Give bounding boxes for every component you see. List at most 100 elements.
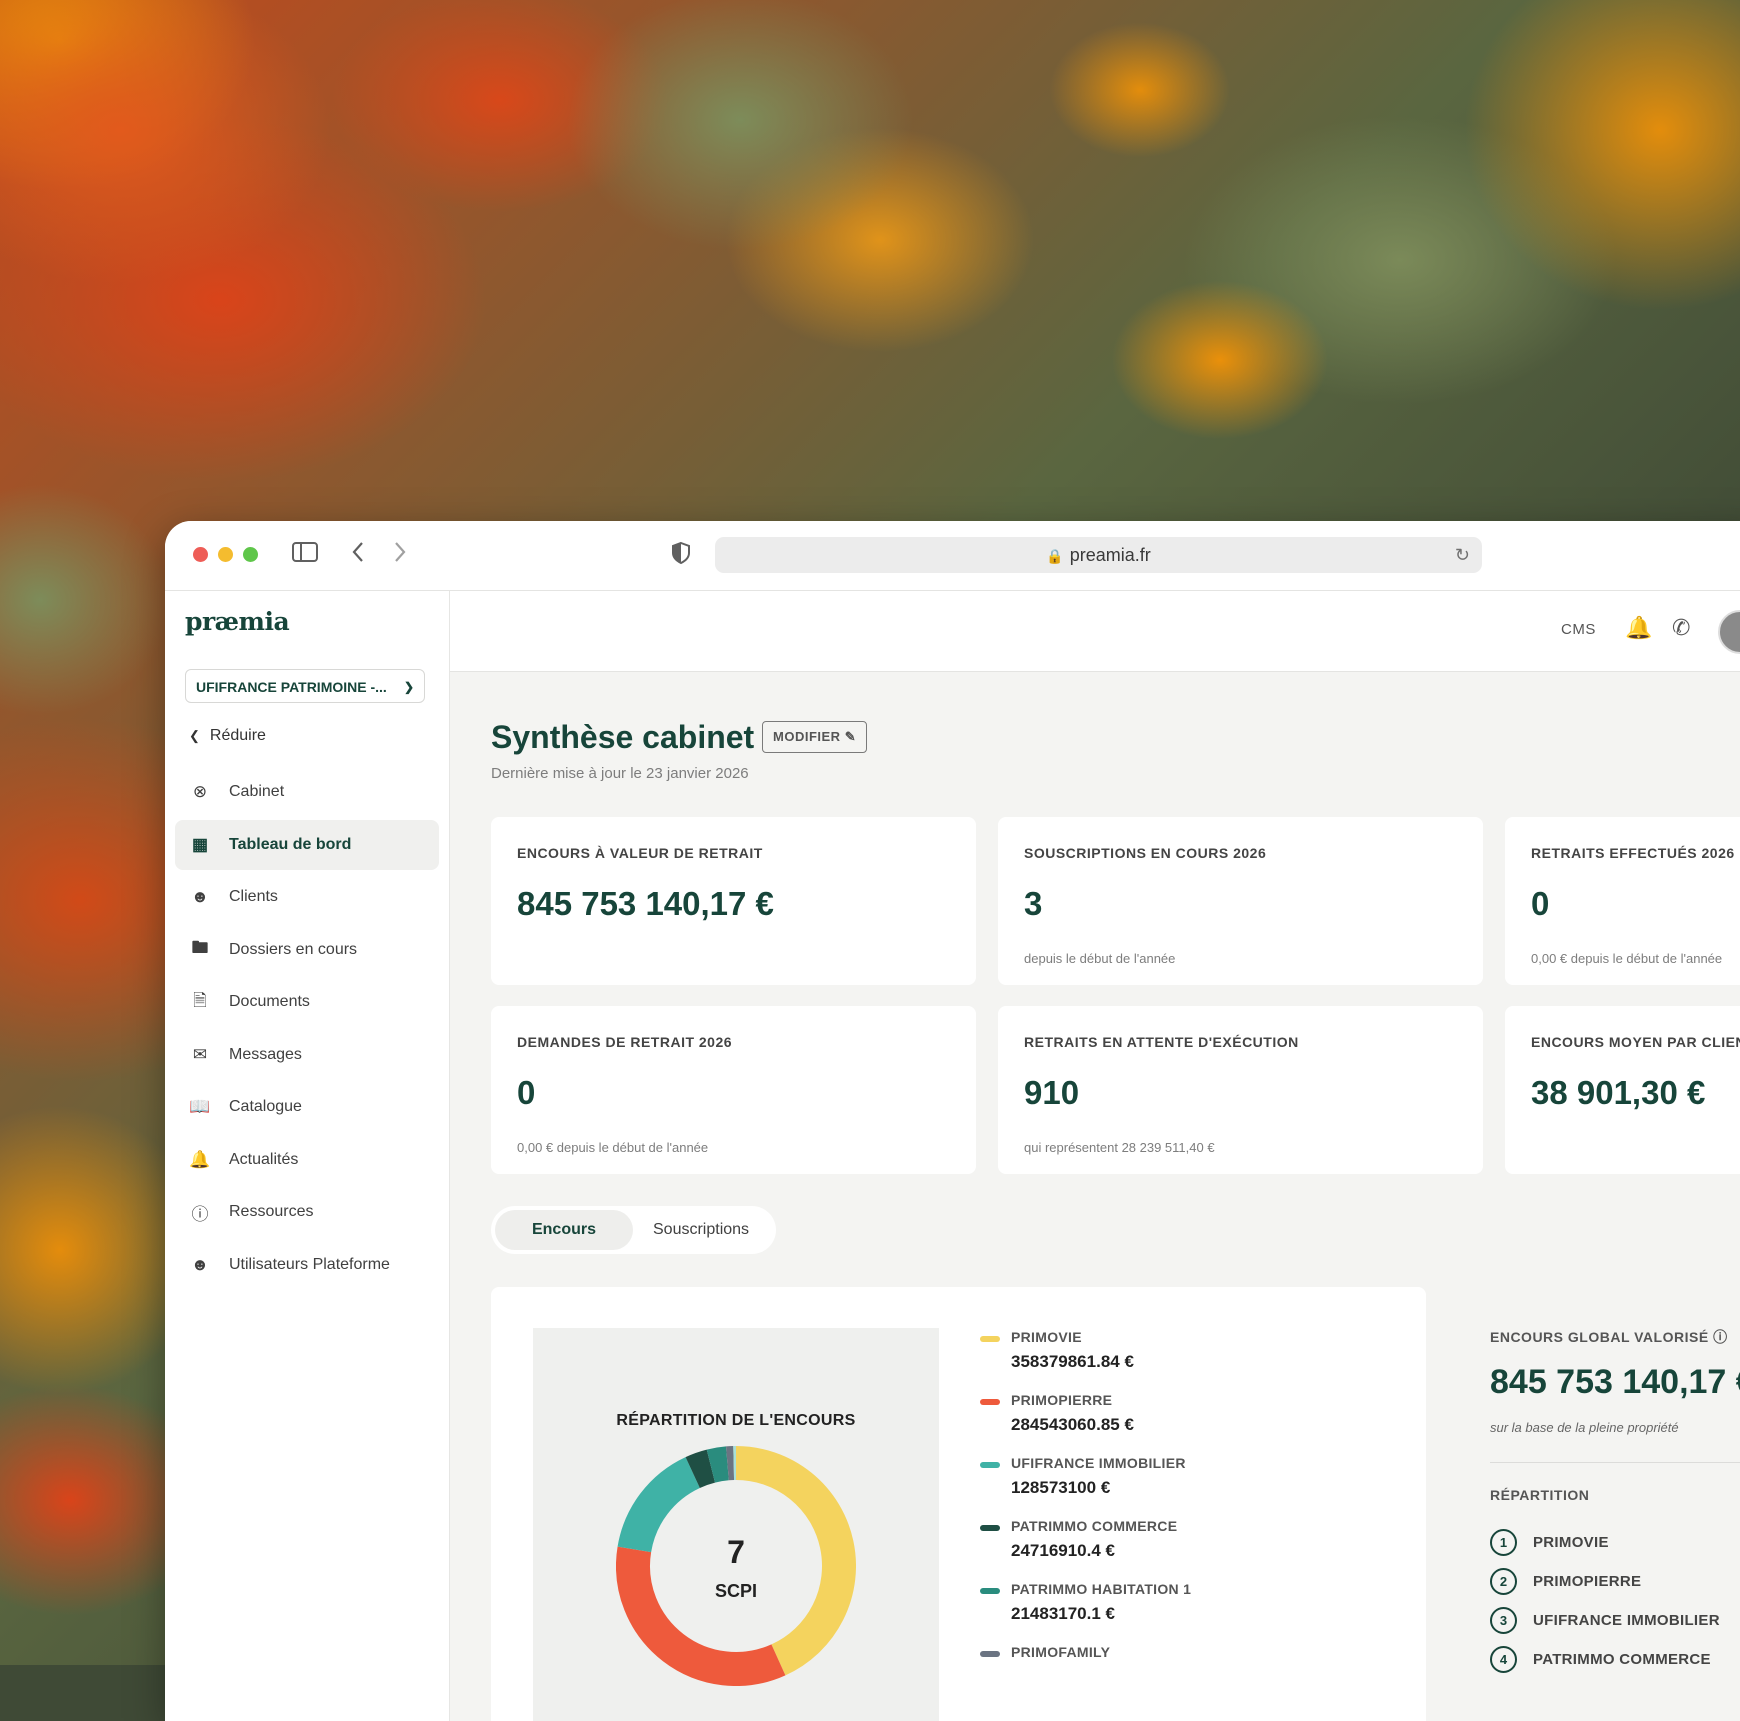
modify-button[interactable]: MODIFIER ✎: [762, 721, 867, 753]
lock-icon: 🔒: [1046, 548, 1063, 564]
sidebar-item-label: Messages: [229, 1046, 302, 1064]
info-icon[interactable]: ⓘ: [1713, 1329, 1728, 1345]
view-tabs: Encours Souscriptions: [491, 1206, 776, 1254]
reload-icon[interactable]: ↻: [1455, 537, 1470, 573]
sidebar-item-clients[interactable]: ☻ Clients: [175, 872, 439, 922]
sidebar-item-utilisateurs[interactable]: ☻ Utilisateurs Plateforme: [175, 1240, 439, 1290]
legend-name: PRIMOPIERRE: [1011, 1392, 1112, 1408]
legend-swatch: [980, 1588, 1000, 1594]
minimize-window-button[interactable]: [218, 547, 233, 562]
stat-label: RETRAITS EN ATTENTE D'EXÉCUTION: [1024, 1034, 1299, 1050]
legend-swatch: [980, 1462, 1000, 1468]
stat-label: DEMANDES DE RETRAIT 2026: [517, 1034, 732, 1050]
phone-icon[interactable]: ✆: [1672, 615, 1690, 641]
legend-amount: 24716910.4 €: [1011, 1541, 1115, 1561]
notification-bell-icon[interactable]: 🔔: [1625, 615, 1652, 641]
stat-value: 0: [517, 1074, 535, 1112]
ranking-item: 1 PRIMOVIE: [1490, 1528, 1609, 1556]
sidebar-item-label: Tableau de bord: [229, 836, 351, 854]
shield-icon[interactable]: [671, 541, 691, 572]
global-label: ENCOURS GLOBAL VALORISÉ ⓘ: [1490, 1327, 1740, 1347]
stat-label: ENCOURS À VALEUR DE RETRAIT: [517, 845, 763, 861]
legend-swatch: [980, 1525, 1000, 1531]
legend-name: PATRIMMO COMMERCE: [1011, 1518, 1177, 1534]
stat-value: 0: [1531, 885, 1549, 923]
sidebar-item-label: Clients: [229, 888, 278, 906]
legend-amount: 21483170.1 €: [1011, 1604, 1115, 1624]
stat-card: RETRAITS EFFECTUÉS 2026 0 0,00 € depuis …: [1505, 817, 1740, 985]
stat-card: RETRAITS EN ATTENTE D'EXÉCUTION 910 qui …: [998, 1006, 1483, 1174]
stat-value: 910: [1024, 1074, 1079, 1112]
mail-icon: ✉: [189, 1045, 211, 1065]
legend-amount: 128573100 €: [1011, 1478, 1110, 1498]
donut-slice-patrimmo-habitation-1[interactable]: [711, 1463, 728, 1466]
sidebar-item-label: Documents: [229, 993, 310, 1011]
stat-card: DEMANDES DE RETRAIT 2026 0 0,00 € depuis…: [491, 1006, 976, 1174]
global-encours-panel: ENCOURS GLOBAL VALORISÉ ⓘ 845 753 140,17…: [1490, 1327, 1740, 1347]
donut-slice-patrimmo-commerce[interactable]: [693, 1466, 711, 1472]
cabinet-select[interactable]: UFIFRANCE PATRIMOINE -... ❯: [185, 669, 425, 703]
global-label-text: ENCOURS GLOBAL VALORISÉ: [1490, 1329, 1709, 1345]
cms-link[interactable]: CMS: [1561, 621, 1596, 638]
legend-swatch: [980, 1399, 1000, 1405]
stat-card: ENCOURS MOYEN PAR CLIENT 38 901,30 €: [1505, 1006, 1740, 1174]
legend-name: PRIMOVIE: [1011, 1329, 1082, 1345]
sidebar-item-label: Catalogue: [229, 1098, 302, 1116]
rank-number: 4: [1490, 1646, 1517, 1673]
ranking-item: 2 PRIMOPIERRE: [1490, 1567, 1641, 1595]
collapse-sidebar-button[interactable]: ❮Réduire: [189, 727, 266, 745]
folder-icon: 🖿: [189, 935, 211, 964]
address-bar[interactable]: 🔒 preamia.fr ↻: [715, 537, 1482, 573]
chevron-left-icon: ❮: [189, 728, 200, 743]
chart-panel: RÉPARTITION DE L'ENCOURS 7 SCPI PRIMOVIE…: [491, 1287, 1426, 1721]
repartition-label: RÉPARTITION: [1490, 1487, 1589, 1503]
donut-center-value: 7: [533, 1534, 939, 1571]
maximize-window-button[interactable]: [243, 547, 258, 562]
circle-x-icon: ⊗: [189, 782, 211, 802]
ranking-item: 3 UFIFRANCE IMMOBILIER: [1490, 1606, 1720, 1634]
chevron-down-icon: ❯: [404, 670, 414, 704]
page-title: Synthèse cabinet: [491, 719, 754, 756]
sidebar-item-cabinet[interactable]: ⊗ Cabinet: [175, 767, 439, 817]
sidebar-item-actualites[interactable]: 🔔 Actualités: [175, 1135, 439, 1185]
users-icon: ☻: [189, 887, 211, 907]
sidebar-item-catalogue[interactable]: 📖 Catalogue: [175, 1082, 439, 1132]
donut-center-label: SCPI: [533, 1581, 939, 1602]
url-text: preamia.fr: [1070, 545, 1151, 565]
sidebar-item-ressources[interactable]: ⓘ Ressources: [175, 1187, 439, 1237]
book-icon: 📖: [189, 1097, 211, 1117]
cabinet-select-value: UFIFRANCE PATRIMOINE -...: [196, 679, 387, 695]
sidebar-item-documents[interactable]: 🗎 Documents: [175, 977, 439, 1027]
stat-value: 3: [1024, 885, 1042, 923]
browser-window: 🔒 preamia.fr ↻ præmia UFIFRANCE PATRIMOIN…: [165, 521, 1740, 1721]
main-content: Synthèse cabinet MODIFIER ✎ Dernière mis…: [491, 671, 1740, 1721]
sidebar-item-dossiers[interactable]: 🖿 Dossiers en cours: [175, 925, 439, 975]
forward-icon[interactable]: [393, 541, 407, 570]
bell-icon: 🔔: [189, 1150, 211, 1170]
users-icon: ☻: [189, 1255, 211, 1275]
sidebar-toggle-icon[interactable]: [292, 541, 318, 569]
sidebar-nav: ⊗ Cabinet ▦ Tableau de bord ☻ Clients 🖿 …: [175, 767, 439, 1292]
logo: præmia: [185, 607, 289, 636]
rank-number: 3: [1490, 1607, 1517, 1634]
legend-swatch: [980, 1651, 1000, 1657]
chart-title: RÉPARTITION DE L'ENCOURS: [533, 1412, 939, 1430]
sidebar-item-label: Actualités: [229, 1151, 298, 1169]
donut-chart: RÉPARTITION DE L'ENCOURS 7 SCPI: [533, 1328, 939, 1721]
rank-name: PRIMOVIE: [1533, 1534, 1609, 1551]
stat-sub: 0,00 € depuis le début de l'année: [517, 1140, 708, 1155]
global-sub: sur la base de la pleine propriété: [1490, 1420, 1679, 1435]
browser-toolbar: 🔒 preamia.fr ↻: [165, 521, 1740, 591]
tab-encours[interactable]: Encours: [495, 1210, 633, 1250]
back-icon[interactable]: [351, 541, 365, 570]
sidebar-item-tableau-de-bord[interactable]: ▦ Tableau de bord: [175, 820, 439, 870]
ranking-item: 4 PATRIMMO COMMERCE: [1490, 1645, 1711, 1673]
tab-souscriptions[interactable]: Souscriptions: [653, 1210, 749, 1250]
legend-amount: 284543060.85 €: [1011, 1415, 1134, 1435]
sidebar-item-messages[interactable]: ✉ Messages: [175, 1030, 439, 1080]
avatar[interactable]: [1718, 610, 1740, 654]
app-header: CMS 🔔 ✆: [450, 591, 1740, 672]
close-window-button[interactable]: [193, 547, 208, 562]
sidebar-item-label: Dossiers en cours: [229, 941, 357, 959]
legend-name: PRIMOFAMILY: [1011, 1644, 1110, 1660]
